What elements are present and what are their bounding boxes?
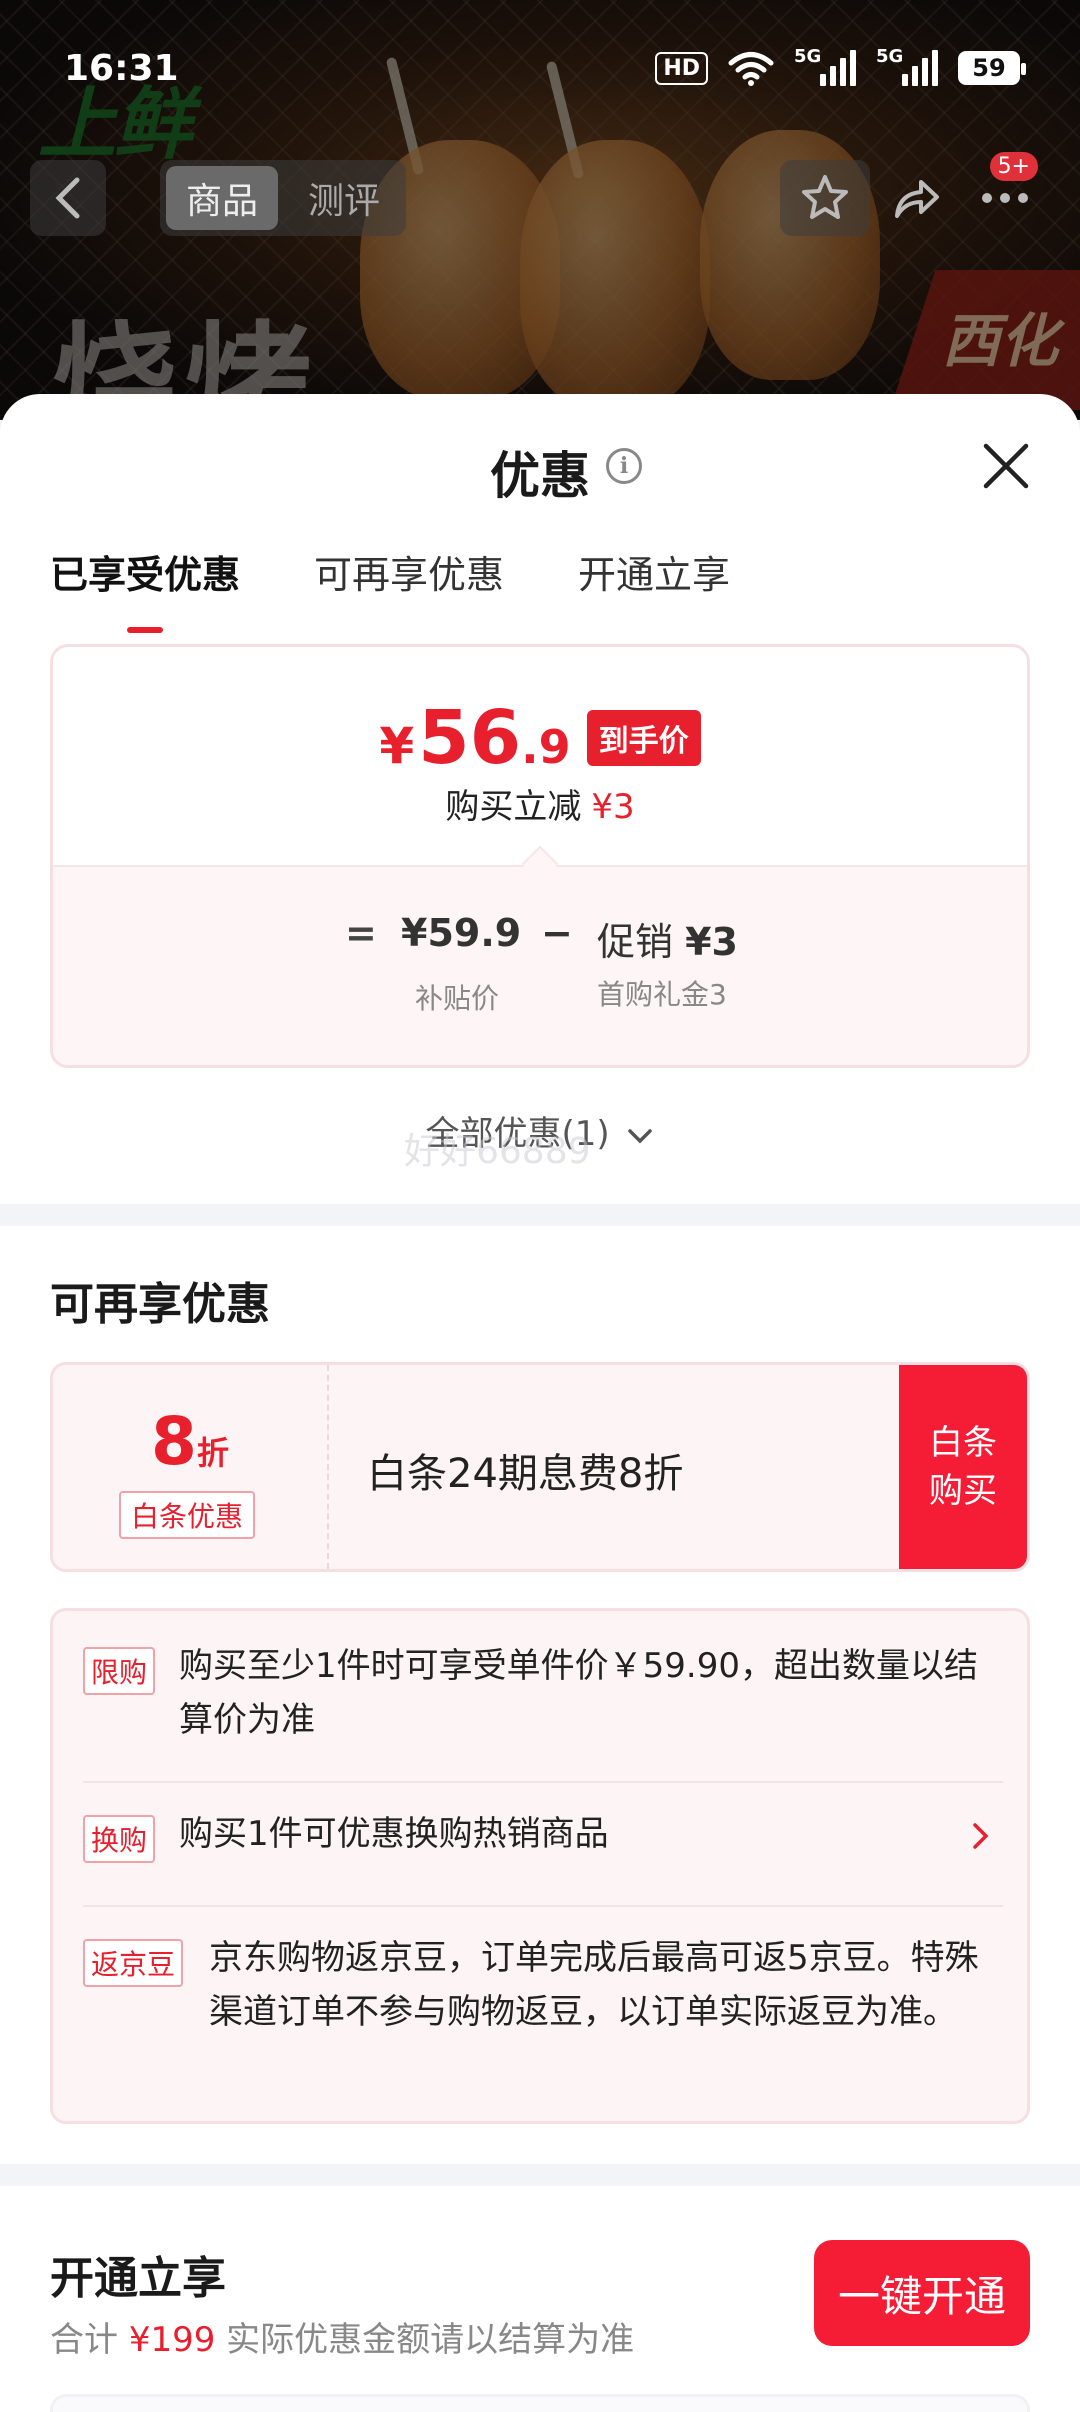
wifi-icon (728, 52, 774, 86)
instant-discount: 购买立减 ¥3 (53, 779, 1027, 828)
tab-enjoyed[interactable]: 已享受优惠 (50, 544, 240, 633)
equals-sign: = (345, 911, 377, 955)
status-bar: 16:31 HD 5G 5G 59 (0, 0, 1080, 140)
status-time: 16:31 (64, 48, 179, 89)
more-button[interactable]: 5+ (960, 152, 1050, 236)
share-icon (895, 180, 939, 218)
chevron-right-icon[interactable] (971, 1821, 991, 1851)
section-title-more: 可再享优惠 (50, 1279, 270, 1330)
nav-actions: 5+ (780, 152, 1050, 236)
price-decimal: .9 (521, 720, 571, 774)
divider (83, 1905, 1003, 1907)
promotions-sheet: 优惠 i 已享受优惠 可再享优惠 开通立享 ¥ 56 .9 到手价 购买立减 ¥3… (0, 394, 1080, 2412)
baitiao-buy-button[interactable]: 白条 购买 (899, 1365, 1027, 1569)
join-total-amount: ¥199 (128, 2320, 216, 2360)
minus-sign: − (541, 911, 573, 955)
coupon-card: 8折 白条优惠 白条24期息费8折 白条 购买 (50, 1362, 1030, 1572)
instant-discount-label: 购买立减 (445, 787, 582, 827)
currency-symbol: ¥ (379, 717, 415, 775)
rule-purchase-limit: 限购 购买至少1件时可享受单件价￥59.90，超出数量以结算价为准 (83, 1639, 1003, 1747)
final-price-card: ¥ 56 .9 到手价 购买立减 ¥3 = ¥59.9 − 促销 ¥3 补贴价 首… (50, 644, 1030, 1068)
discount-number: 8 (151, 1403, 197, 1480)
hd-icon: HD (655, 51, 708, 85)
signal-icon: 5G (794, 46, 856, 86)
tab-goods[interactable]: 商品 (166, 166, 279, 230)
rule-text: 京东购物返京豆，订单完成后最高可返5京豆。特殊渠道订单不参与购物返豆，以订单实际… (209, 1938, 979, 2032)
price-breakdown: = ¥59.9 − 促销 ¥3 补贴价 首购礼金3 (53, 865, 1027, 1065)
rule-trade-in[interactable]: 换购 购买1件可优惠换购热销商品 (83, 1807, 1003, 1863)
rule-text: 购买至少1件时可享受单件价￥59.90，超出数量以结算价为准 (179, 1646, 978, 1740)
promo-rules-card: 限购 购买至少1件时可享受单件价￥59.90，超出数量以结算价为准 换购 购买1… (50, 1608, 1030, 2124)
coupon-type-tag: 白条优惠 (119, 1491, 256, 1539)
subsidy-price-label: 补贴价 (415, 982, 500, 1015)
discount-unit: 折 (196, 1434, 229, 1472)
promo-description: 首购礼金3 (597, 978, 727, 1011)
rule-text: 购买1件可优惠换购热销商品 (179, 1814, 609, 1854)
instant-discount-value: ¥3 (591, 787, 635, 827)
rule-jd-beans: 返京豆 京东购物返京豆，订单完成后最高可返5京豆。特殊渠道订单不参与购物返豆，以… (83, 1931, 1003, 2039)
status-icons: HD 5G 5G 59 (655, 46, 1026, 86)
price-integer: 56 (418, 695, 522, 781)
one-click-join-button[interactable]: 一键开通 (814, 2240, 1030, 2346)
final-price: ¥ 56 .9 到手价 (53, 695, 1027, 781)
section-divider (0, 1204, 1080, 1226)
chevron-down-icon (628, 1128, 653, 1143)
join-summary: 合计 ¥199 实际优惠金额请以结算为准 (50, 2320, 635, 2360)
promo-amount: 促销 ¥3 (597, 920, 738, 964)
watermark: 好好66889 (404, 1131, 591, 1172)
share-button[interactable] (870, 160, 960, 236)
rule-tag: 返京豆 (83, 1939, 184, 1987)
subsidy-price: ¥59.9 (401, 911, 522, 955)
tab-more-available[interactable]: 可再享优惠 (314, 544, 504, 599)
message-count-badge: 5+ (989, 152, 1038, 181)
coupon-value: 8折 白条优惠 (53, 1365, 329, 1569)
battery-icon: 59 (958, 51, 1026, 85)
back-button[interactable] (30, 160, 106, 236)
sheet-title: 优惠 (490, 447, 590, 505)
tab-reviews[interactable]: 测评 (288, 166, 400, 230)
rule-tag: 限购 (83, 1647, 156, 1695)
info-icon[interactable]: i (606, 448, 642, 484)
more-dots-icon (982, 193, 1028, 203)
chevron-left-icon (55, 177, 80, 219)
tab-join-to-enjoy[interactable]: 开通立享 (578, 544, 730, 599)
signal-icon: 5G (876, 46, 938, 86)
divider (83, 1781, 1003, 1783)
favorite-button[interactable] (780, 160, 870, 236)
star-icon (802, 175, 848, 219)
section-divider (0, 2164, 1080, 2186)
final-price-badge: 到手价 (586, 710, 701, 766)
rule-tag: 换购 (83, 1815, 156, 1863)
product-nav-bar: 商品 测评 5+ (0, 152, 1080, 240)
section-title-join: 开通立享 (50, 2253, 226, 2304)
product-tabs: 商品 测评 (160, 160, 407, 236)
promo-tabs: 已享受优惠 可再享优惠 开通立享 (50, 544, 730, 633)
coupon-description: 白条24期息费8折 (367, 1451, 684, 1497)
close-icon[interactable] (978, 438, 1034, 494)
next-card-peek (50, 2394, 1030, 2412)
